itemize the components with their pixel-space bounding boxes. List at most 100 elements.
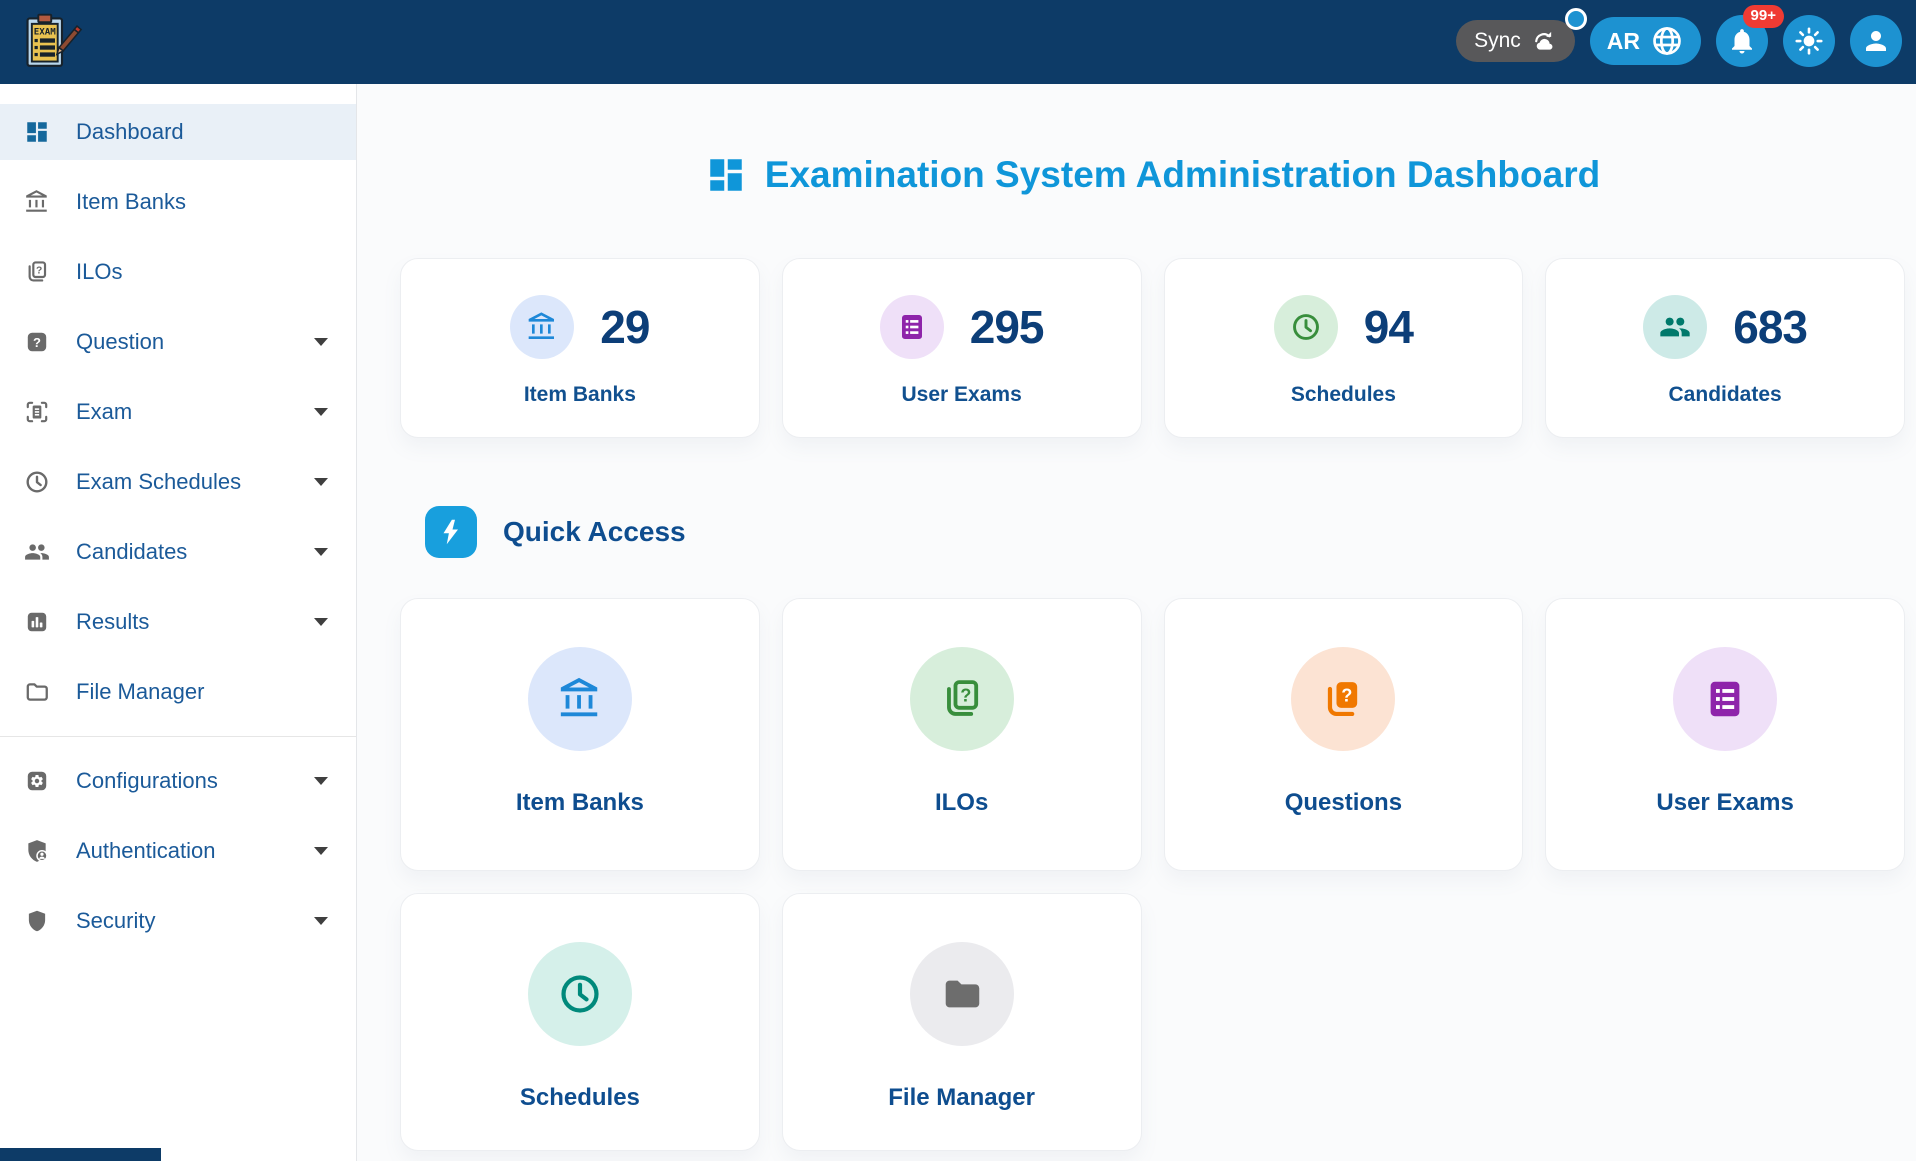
chevron-down-icon <box>314 917 328 925</box>
sidebar-item-item-banks[interactable]: Item Banks <box>0 174 356 230</box>
sidebar-item-results[interactable]: Results <box>0 594 356 650</box>
sidebar-item-question[interactable]: Question <box>0 314 356 370</box>
stat-value: 295 <box>970 300 1044 354</box>
profile-button[interactable] <box>1850 15 1902 67</box>
stat-top: 29 <box>510 295 649 359</box>
quick-card-questions[interactable]: Questions <box>1164 598 1524 871</box>
page-title-row: Examination System Administration Dashbo… <box>400 154 1905 196</box>
bell-icon <box>1727 26 1757 56</box>
clock-icon <box>1290 311 1322 343</box>
people-icon <box>1659 311 1691 343</box>
dashboard-grid-icon <box>705 154 747 196</box>
exam-list-icon <box>896 311 928 343</box>
exam-scan-icon <box>24 399 50 425</box>
quick-icon-circle <box>910 942 1014 1046</box>
sidebar-item-label: Exam Schedules <box>76 469 288 495</box>
svg-text:EXAM: EXAM <box>34 28 57 38</box>
sidebar-item-authentication[interactable]: Authentication <box>0 823 356 879</box>
dashboard-grid-icon <box>24 119 50 145</box>
sidebar-item-security[interactable]: Security <box>0 893 356 949</box>
quick-card-label: Item Banks <box>516 789 644 817</box>
sidebar-item-dashboard[interactable]: Dashboard <box>0 104 356 160</box>
chevron-down-icon <box>314 408 328 416</box>
stat-card-item-banks[interactable]: 29 Item Banks <box>400 258 760 438</box>
chevron-down-icon <box>314 338 328 346</box>
clock-icon <box>557 971 603 1017</box>
sidebar-item-label: File Manager <box>76 679 328 705</box>
sidebar-item-candidates[interactable]: Candidates <box>0 524 356 580</box>
bank-icon <box>526 311 558 343</box>
quick-icon-circle <box>1291 647 1395 751</box>
sidebar: Dashboard Item Banks ILOs Question Exam … <box>0 84 357 1161</box>
stat-card-schedules[interactable]: 94 Schedules <box>1164 258 1524 438</box>
bank-icon <box>557 676 603 722</box>
bank-icon <box>24 189 50 215</box>
sidebar-item-exam[interactable]: Exam <box>0 384 356 440</box>
question-square-icon <box>24 329 50 355</box>
chevron-down-icon <box>314 618 328 626</box>
stat-card-candidates[interactable]: 683 Candidates <box>1545 258 1905 438</box>
app-logo[interactable]: EXAM <box>22 12 74 68</box>
folder-icon <box>24 679 50 705</box>
language-button[interactable]: AR <box>1590 17 1701 65</box>
sidebar-divider <box>0 736 356 737</box>
quick-access-title: Quick Access <box>503 516 686 548</box>
stat-value: 94 <box>1364 300 1413 354</box>
stats-grid: 29 Item Banks 295 User Exams 94 Schedule… <box>400 258 1905 438</box>
sidebar-item-label: Configurations <box>76 768 288 794</box>
globe-icon <box>1650 24 1684 58</box>
sidebar-item-label: Item Banks <box>76 189 328 215</box>
quick-card-schedules[interactable]: Schedules <box>400 893 760 1151</box>
notifications-button[interactable]: 99+ <box>1716 15 1768 67</box>
sidebar-item-label: Candidates <box>76 539 288 565</box>
sidebar-item-ilos[interactable]: ILOs <box>0 244 356 300</box>
people-icon <box>24 539 50 565</box>
theme-toggle-button[interactable] <box>1783 15 1835 67</box>
sidebar-item-exam-schedules[interactable]: Exam Schedules <box>0 454 356 510</box>
stat-top: 683 <box>1643 295 1807 359</box>
quick-card-label: Questions <box>1285 789 1402 817</box>
stat-label: Candidates <box>1669 383 1782 407</box>
lightning-icon <box>425 506 477 558</box>
user-icon <box>1861 26 1891 56</box>
sidebar-item-label: Dashboard <box>76 119 328 145</box>
quick-card-user-exams[interactable]: User Exams <box>1545 598 1905 871</box>
sync-label: Sync <box>1474 29 1521 53</box>
stat-label: User Exams <box>902 383 1022 407</box>
sidebar-item-configurations[interactable]: Configurations <box>0 753 356 809</box>
sidebar-item-label: Question <box>76 329 288 355</box>
bottom-scrollbar-strip <box>0 1148 161 1161</box>
sync-status-dot <box>1565 8 1587 30</box>
sidebar-item-label: Authentication <box>76 838 288 864</box>
sidebar-item-label: Results <box>76 609 288 635</box>
quick-access-grid: Item Banks ILOs Questions User Exams Sch… <box>400 598 1905 1151</box>
page-title: Examination System Administration Dashbo… <box>765 154 1600 196</box>
bar-chart-icon <box>24 609 50 635</box>
quick-icon-circle <box>528 942 632 1046</box>
exam-clipboard-logo-icon: EXAM <box>22 12 74 68</box>
main-content: Examination System Administration Dashbo… <box>357 84 1916 1161</box>
chevron-down-icon <box>314 777 328 785</box>
sidebar-item-file-manager[interactable]: File Manager <box>0 664 356 720</box>
exam-list-icon <box>1702 676 1748 722</box>
clock-icon <box>24 469 50 495</box>
quick-card-label: ILOs <box>935 789 988 817</box>
quick-card-label: User Exams <box>1656 789 1793 817</box>
sync-button[interactable]: Sync <box>1456 20 1575 62</box>
quick-icon-circle <box>528 647 632 751</box>
quick-card-label: File Manager <box>888 1084 1035 1112</box>
topbar-actions: Sync AR 99+ <box>1456 15 1902 67</box>
stat-card-user-exams[interactable]: 295 User Exams <box>782 258 1142 438</box>
stat-top: 295 <box>880 295 1044 359</box>
document-question-icon <box>939 676 985 722</box>
quick-card-ilos[interactable]: ILOs <box>782 598 1142 871</box>
stat-label: Item Banks <box>524 383 636 407</box>
quick-card-file-manager[interactable]: File Manager <box>782 893 1142 1151</box>
stat-label: Schedules <box>1291 383 1396 407</box>
quick-card-item-banks[interactable]: Item Banks <box>400 598 760 871</box>
chevron-down-icon <box>314 478 328 486</box>
stat-icon-circle <box>1274 295 1338 359</box>
document-question-filled-icon <box>1320 676 1366 722</box>
quick-icon-circle <box>1673 647 1777 751</box>
sidebar-item-label: Exam <box>76 399 288 425</box>
